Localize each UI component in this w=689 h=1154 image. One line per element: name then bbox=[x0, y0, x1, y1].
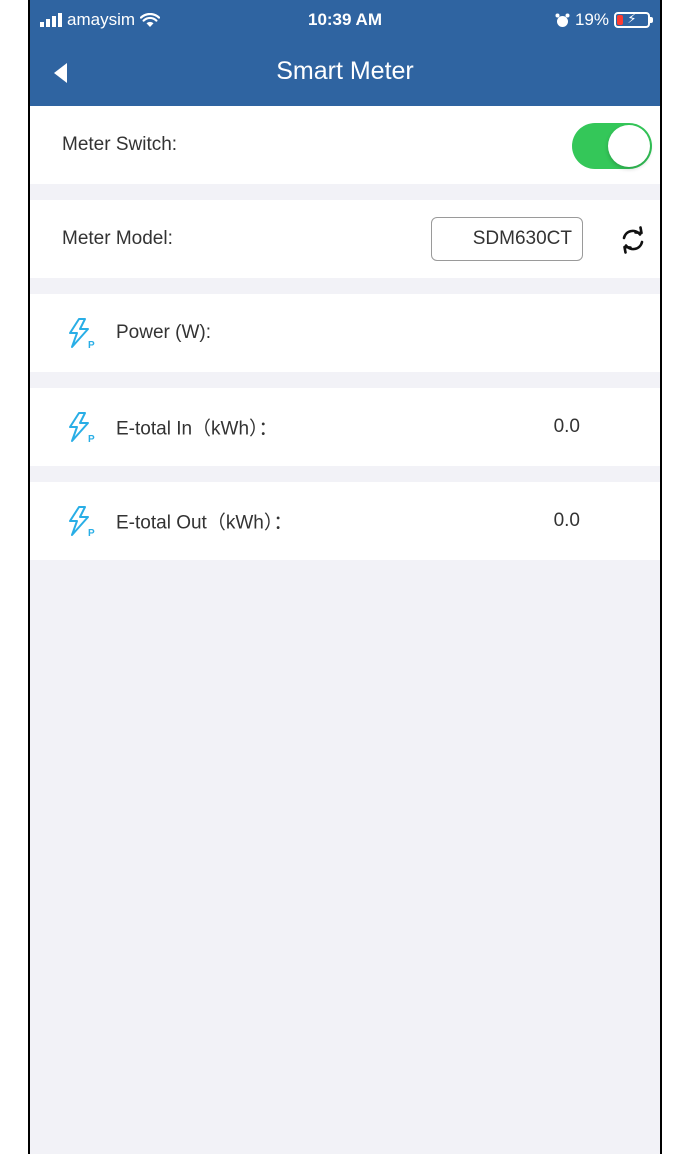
app-header: amaysim 10:39 AM 19% ⚡ Smart Meter bbox=[30, 0, 660, 106]
battery-icon: ⚡ bbox=[614, 11, 653, 28]
e-total-in-row: P E-total In（kWh）： 0.0 bbox=[30, 388, 660, 466]
e-total-out-label: E-total Out（kWh）： bbox=[116, 512, 293, 534]
power-label: Power (W): bbox=[116, 322, 211, 343]
meter-model-select[interactable]: SDM630CT bbox=[431, 217, 583, 261]
meter-model-row: Meter Model: SDM630CT bbox=[30, 200, 660, 278]
refresh-icon[interactable] bbox=[619, 226, 647, 254]
meter-model-label: Meter Model: bbox=[62, 228, 173, 249]
lightning-bolt-icon: P bbox=[69, 318, 95, 350]
meter-switch-label: Meter Switch: bbox=[62, 134, 178, 155]
lightning-bolt-icon: P bbox=[69, 412, 95, 444]
svg-text:P: P bbox=[88, 528, 95, 538]
e-total-out-value: 0.0 bbox=[553, 510, 580, 531]
page-title: Smart Meter bbox=[276, 57, 414, 85]
battery-percent: 19% bbox=[574, 10, 609, 29]
svg-text:P: P bbox=[88, 340, 95, 350]
alarm-icon bbox=[555, 13, 570, 27]
e-total-out-row: P E-total Out（kWh）： 0.0 bbox=[30, 482, 660, 560]
phone-screen: amaysim 10:39 AM 19% ⚡ Smart Meter Meter… bbox=[28, 0, 662, 1154]
meter-switch-toggle[interactable] bbox=[572, 123, 652, 169]
charging-bolt-icon: ⚡ bbox=[627, 11, 637, 26]
status-bar: amaysim 10:39 AM 19% ⚡ bbox=[30, 0, 660, 40]
toggle-knob bbox=[608, 125, 650, 167]
status-right: 19% ⚡ bbox=[555, 10, 653, 30]
e-total-in-label: E-total In（kWh）： bbox=[116, 418, 278, 440]
battery-tip bbox=[650, 17, 653, 23]
navigation-bar: Smart Meter bbox=[30, 40, 660, 106]
e-total-in-value: 0.0 bbox=[553, 416, 580, 437]
svg-text:P: P bbox=[88, 434, 95, 444]
lightning-bolt-icon: P bbox=[69, 506, 95, 538]
power-row: P Power (W): bbox=[30, 294, 660, 372]
meter-switch-row: Meter Switch: bbox=[30, 106, 660, 184]
